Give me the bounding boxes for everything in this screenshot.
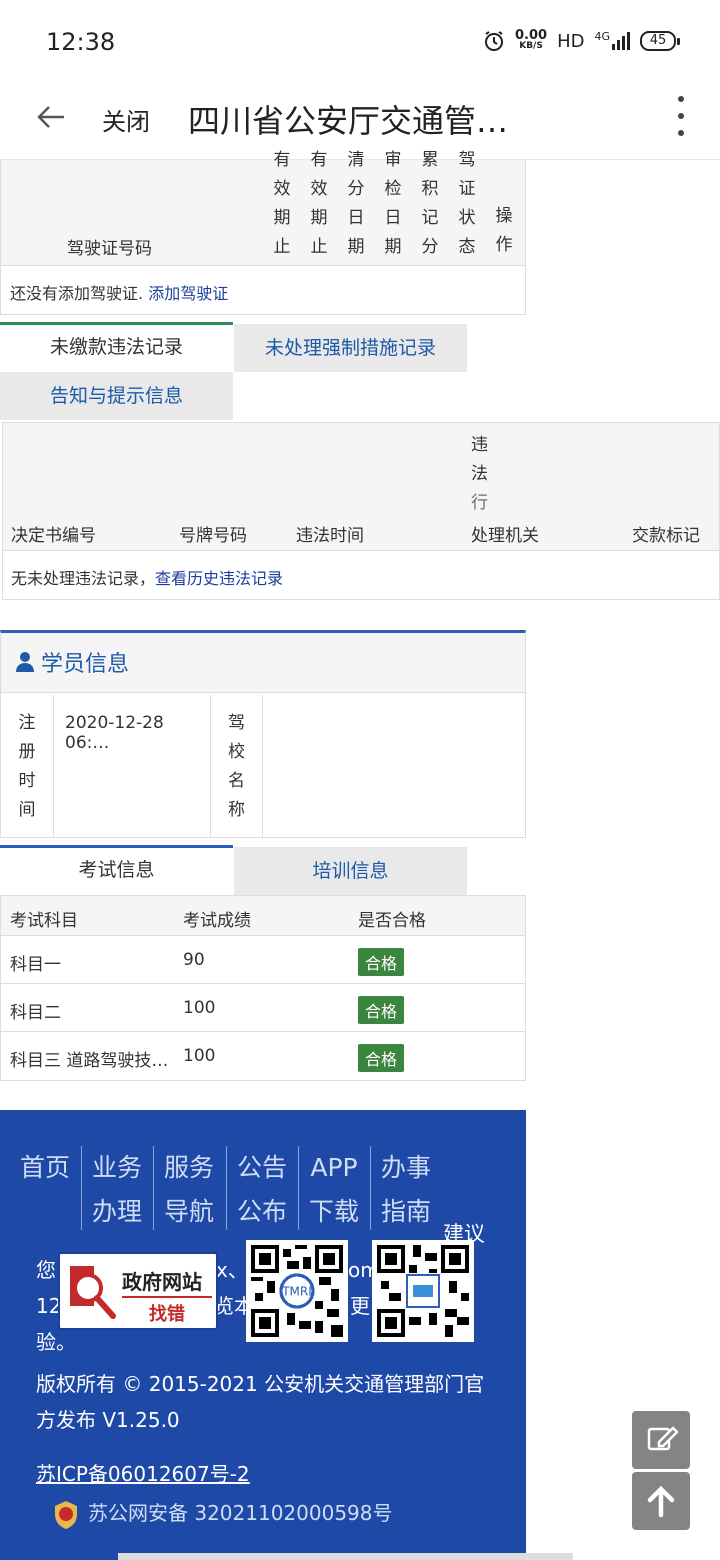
gov-badge-subtitle: 找错	[122, 1296, 212, 1326]
police-badge-icon	[55, 1501, 77, 1529]
status-icons: 0.00 KB/S HD 4G 45	[483, 28, 680, 52]
pass-badge: 合格	[358, 996, 405, 1024]
tab-notices[interactable]: 告知与提示信息	[0, 372, 233, 420]
pass-badge: 合格	[358, 948, 405, 976]
license-empty-row: 还没有添加驾驶证. 添加驾驶证	[10, 284, 229, 303]
exam-subject: 科目三 道路驾驶技…	[10, 1051, 169, 1071]
site-footer: 首页 业务 办理 服务 导航 公告 公布 APP 下载 办事 指南 建议 您 1…	[0, 1110, 526, 1560]
student-panel-title: 学员信息	[41, 652, 130, 677]
add-license-link[interactable]: 添加驾驶证	[148, 284, 228, 303]
network-label: 4G	[594, 29, 610, 43]
edit-icon	[647, 1426, 679, 1451]
close-button[interactable]: 关闭	[102, 102, 150, 137]
header-subject: 考试科目	[10, 911, 78, 931]
alarm-icon	[484, 31, 503, 51]
net-speed: 0.00 KB/S	[514, 28, 548, 51]
exam-subject: 科目二	[10, 1003, 61, 1023]
header-handling-authority: 处理机关	[471, 526, 539, 546]
footer-link-notice-2[interactable]: 公布	[231, 1190, 293, 1234]
student-info-panel: 学员信息 注册时间 2020-12-28 06:… 驾校名称	[0, 630, 526, 838]
magnifier-icon	[70, 1266, 116, 1319]
footer-text-line1: 您	[36, 1258, 56, 1282]
footer-link-service[interactable]: 服务	[158, 1146, 220, 1190]
user-icon	[16, 652, 34, 672]
table-row: 科目二 100 合格	[1, 984, 525, 1032]
pass-badge: 合格	[358, 1044, 405, 1072]
footer-link-service-2[interactable]: 导航	[158, 1190, 220, 1234]
history-violations-link[interactable]: 查看历史违法记录	[155, 569, 283, 588]
bottom-scroll-indicator	[118, 1553, 573, 1560]
scroll-top-fab-button[interactable]	[632, 1472, 690, 1530]
footer-link-app-2[interactable]: 下载	[303, 1190, 365, 1234]
footer-link-notice[interactable]: 公告	[231, 1146, 293, 1190]
tab-unpaid-violations[interactable]: 未缴款违法记录	[0, 322, 233, 370]
qr-code-wechat: TMRI	[246, 1240, 348, 1342]
edit-fab-button[interactable]	[632, 1411, 690, 1469]
footer-link-business[interactable]: 业务	[86, 1146, 148, 1190]
battery-icon: 45	[640, 31, 680, 51]
header-violation-time: 违法时间	[296, 526, 364, 546]
license-table: 驾驶证号码 有效期止 有效期止 清分日期 审检日期 累积记分 驾证状态 操作 还…	[0, 150, 526, 315]
gov-badge-title: 政府网站	[122, 1270, 202, 1294]
status-time: 12:38	[46, 28, 116, 56]
header-score: 考试成绩	[183, 911, 251, 931]
arrow-up-icon	[647, 1485, 675, 1518]
footer-link-app[interactable]: APP	[303, 1146, 365, 1190]
header-violation-behavior: 违法行	[471, 435, 488, 513]
header-points: 累积记分	[421, 150, 439, 257]
violation-table: 决定书编号 号牌号码 违法时间 违法行 处理机关 交款标记 无未处理违法记录，查…	[2, 422, 720, 600]
footer-text-line2-right: 更	[350, 1294, 370, 1318]
footer-link-home[interactable]: 首页	[14, 1146, 76, 1190]
license-number-header: 驾驶证号码	[67, 239, 152, 259]
header-pass: 是否合格	[358, 911, 426, 931]
more-menu-icon[interactable]	[678, 96, 686, 136]
header-plate-no: 号牌号码	[179, 526, 247, 546]
tab-unprocessed-measures[interactable]: 未处理强制措施记录	[234, 324, 467, 372]
school-name-value	[263, 695, 525, 837]
tab-training-info[interactable]: 培训信息	[234, 847, 467, 895]
header-decision-no: 决定书编号	[11, 526, 96, 546]
table-row: 科目一 90 合格	[1, 936, 525, 984]
tab-exam-info[interactable]: 考试信息	[0, 845, 233, 893]
student-panel-header: 学员信息	[1, 633, 525, 693]
exam-score: 100	[183, 1046, 216, 1066]
exam-table-header: 考试科目 考试成绩 是否合格	[1, 896, 525, 936]
table-row: 科目三 道路驾驶技… 100 合格	[1, 1032, 525, 1080]
exam-score: 100	[183, 998, 216, 1018]
police-record-link[interactable]: 苏公网安备 32021102000598号	[88, 1495, 393, 1531]
gov-error-report-badge[interactable]: 政府网站 找错	[58, 1252, 218, 1330]
exam-table: 考试科目 考试成绩 是否合格 科目一 90 合格 科目二 100 合格 科目三 …	[0, 895, 526, 1081]
icp-link[interactable]: 苏ICP备06012607号-2	[36, 1456, 250, 1492]
footer-link-business-2[interactable]: 办理	[86, 1190, 148, 1234]
violation-table-header: 决定书编号 号牌号码 违法时间 违法行 处理机关 交款标记	[3, 423, 719, 551]
header-payment-flag: 交款标记	[632, 526, 700, 546]
back-arrow-icon[interactable]	[34, 100, 68, 142]
reg-time-value: 2020-12-28 06:…	[65, 713, 164, 753]
reg-time-label: 注册时间	[1, 695, 54, 837]
exam-subject: 科目一	[10, 955, 61, 975]
footer-copyright: 版权所有 © 2015-2021 公安机关交通管理部门官方发布 V1.25.0	[36, 1372, 485, 1432]
exam-score: 90	[183, 950, 205, 970]
header-inspect-date: 审检日期	[384, 150, 402, 257]
header-license-status: 驾证状态	[458, 150, 476, 257]
header-valid-until-1: 有效期止	[273, 150, 291, 257]
footer-link-guide[interactable]: 办事	[375, 1146, 437, 1190]
student-info-grid: 注册时间 2020-12-28 06:… 驾校名称	[1, 695, 525, 837]
header-clear-date: 清分日期	[347, 150, 365, 257]
footer-link-guide-2[interactable]: 指南	[375, 1190, 437, 1234]
header-action: 操作	[495, 206, 513, 255]
hd-label: HD	[557, 30, 585, 52]
license-table-header: 驾驶证号码 有效期止 有效期止 清分日期 审检日期 累积记分 驾证状态 操作	[1, 150, 525, 266]
footer-partial-x: x、	[216, 1258, 248, 1282]
status-bar: 12:38 0.00 KB/S HD 4G 45	[0, 0, 720, 82]
school-name-label: 驾校名称	[211, 695, 263, 837]
page-title: 四川省公安厅交通管…	[188, 102, 509, 140]
violation-empty-row: 无未处理违法记录，查看历史违法记录	[11, 569, 284, 588]
svg-text:TMRI: TMRI	[281, 1284, 312, 1298]
reg-time-value-cell: 2020-12-28 06:…	[54, 695, 211, 837]
qr-code-app	[372, 1240, 474, 1342]
signal-icon	[612, 32, 630, 50]
header-valid-until-2: 有效期止	[310, 150, 328, 257]
